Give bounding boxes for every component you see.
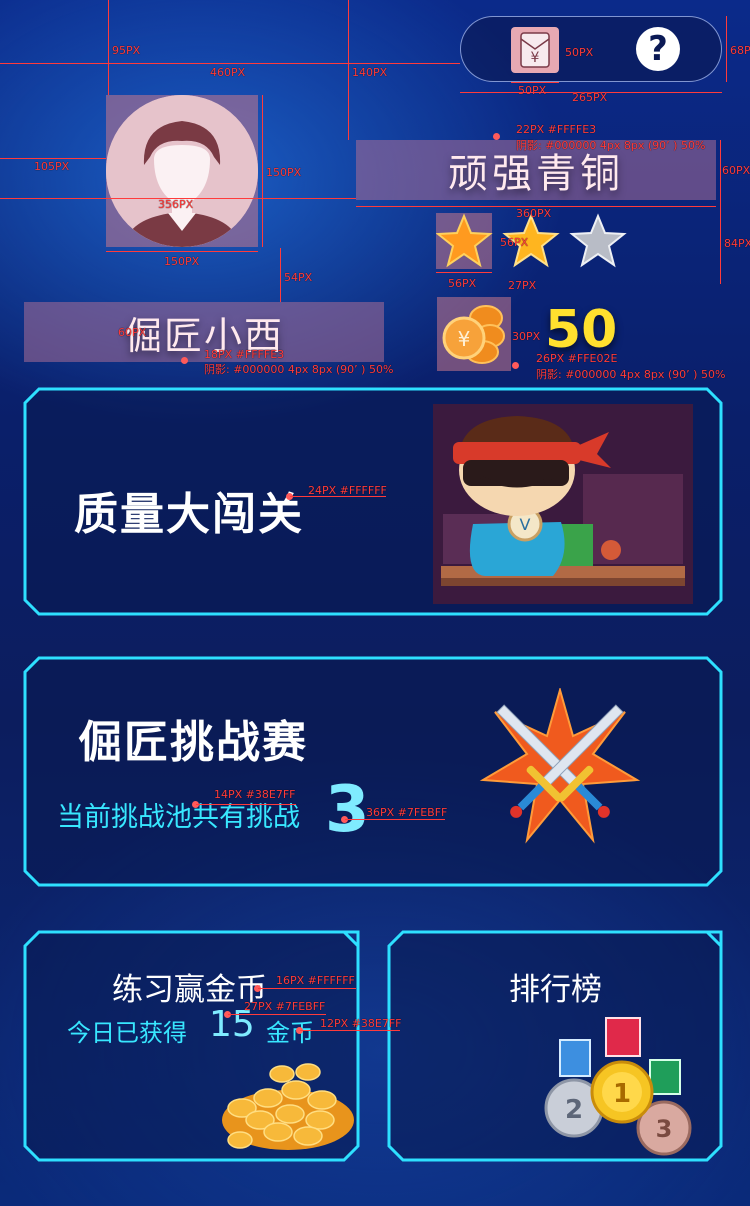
annotation: 460PX [210, 66, 246, 79]
annotation: 105PX [34, 160, 70, 173]
annotation: 56PX [448, 277, 477, 290]
annotation: 140PX [352, 66, 388, 79]
annotation: 16PX #FFFFFF [276, 974, 355, 987]
annotation: 150PX [164, 255, 200, 268]
measure-line [0, 63, 460, 64]
coin-balance: 50 [545, 300, 618, 360]
annotation: 356PX [158, 198, 194, 211]
annotation-marker [493, 133, 500, 140]
coin-stack-icon: ¥ [442, 305, 505, 364]
annotation: 24PX #FFFFFF [308, 484, 387, 497]
measure-line [300, 1030, 400, 1031]
svg-text:¥: ¥ [458, 327, 471, 351]
quality-card-illustration: V [433, 404, 693, 604]
annotation: 95PX [112, 44, 141, 57]
annotation: 50PX [518, 84, 547, 97]
annotation: 60PX [118, 326, 147, 339]
leaderboard-card-title: 排行榜 [509, 972, 602, 1008]
measure-line [196, 804, 296, 805]
measure-line [262, 95, 263, 247]
annotation: 12PX #38E7FF [320, 1017, 402, 1030]
star-icon-1 [436, 213, 493, 268]
annotation: 56PX [500, 236, 529, 249]
medal-2-label: 2 [565, 1095, 583, 1125]
annotation: 22PX #FFFFE3 [516, 123, 597, 136]
annotation: 54PX [284, 271, 313, 284]
svg-text:V: V [520, 515, 531, 534]
avatar[interactable] [106, 95, 258, 247]
annotation: 50PX [565, 46, 594, 59]
medal-1-label: 1 [613, 1079, 631, 1109]
star-icon-3 [569, 213, 627, 268]
annotation: 360PX [516, 207, 552, 220]
red-packet-button[interactable]: ¥ [511, 27, 559, 73]
measure-line [0, 158, 106, 159]
annotation: 150PX [266, 166, 302, 179]
annotation: 阴影: #000000 4px 8px (90’ ) 50% [536, 368, 726, 381]
challenge-pool-count: 3 [325, 773, 370, 847]
annotation: 26PX #FFE02E [536, 352, 618, 365]
annotation: 36PX #7FEBFF [366, 806, 448, 819]
annotation: 68PX [730, 44, 750, 57]
annotation: 30PX [512, 330, 541, 343]
measure-line [436, 272, 492, 273]
measure-line [106, 251, 258, 252]
avatar-silhouette-icon [106, 95, 258, 247]
measure-line [511, 82, 559, 83]
medal-3-label: 3 [656, 1115, 673, 1143]
annotation: 265PX [572, 91, 608, 104]
annotation: 84PX [724, 237, 750, 250]
quality-card-title: 质量大闯关 [74, 489, 304, 540]
annotation: 14PX #38E7FF [214, 788, 296, 801]
annotation: 27PX #7FEBFF [244, 1000, 326, 1013]
annotation: 阴影: #000000 4px 8px (90’ ) 50% [516, 139, 706, 152]
crossed-swords-icon [479, 688, 641, 844]
hero-mascot-icon: V [433, 404, 693, 604]
annotation: 60PX [722, 164, 750, 177]
annotation: 阴影: #000000 4px 8px (90’ ) 50% [204, 363, 394, 376]
measure-line [280, 248, 281, 302]
red-packet-symbol: ¥ [531, 50, 540, 66]
annotation: 27PX [508, 279, 537, 292]
measure-line [720, 140, 721, 200]
gold-coins-pile-icon [222, 1063, 354, 1150]
gold-medal-icon: 1 [590, 1060, 654, 1124]
help-icon: ? [648, 29, 668, 69]
rank-stars [436, 213, 627, 268]
annotation-marker [181, 357, 188, 364]
measure-line [720, 200, 721, 284]
measure-line [348, 0, 349, 140]
measure-line [726, 16, 727, 82]
measure-line [228, 1014, 326, 1015]
challenge-card-title: 倔匠挑战赛 [78, 717, 308, 768]
measure-line [108, 0, 109, 95]
annotation-marker [512, 362, 519, 369]
measure-line [258, 988, 356, 989]
annotation: 18PX #FFFFE3 [204, 348, 285, 361]
measure-line [345, 819, 445, 820]
medals-icon: 2 3 1 [544, 1017, 692, 1156]
help-button[interactable]: ? [636, 27, 680, 71]
today-earned-label: 今日已获得 [67, 1019, 187, 1047]
red-packet-icon: ¥ [520, 32, 550, 68]
